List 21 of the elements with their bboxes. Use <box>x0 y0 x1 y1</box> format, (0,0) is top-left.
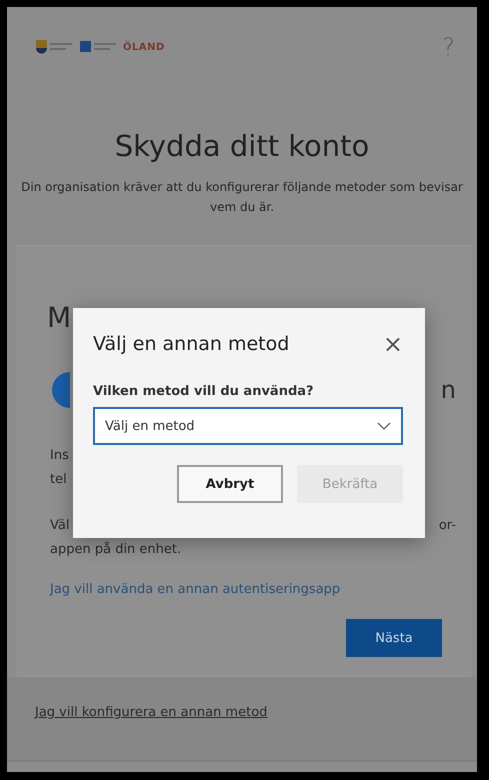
next-button[interactable]: Nästa <box>346 619 442 657</box>
page-subtitle: Din organisation kräver att du konfigurerar följande metoder som bevisar vem du är. <box>20 179 464 216</box>
card-title-fragment: M <box>47 300 72 336</box>
chevron-down-icon <box>377 422 391 430</box>
dialog-title: Välj en annan metod <box>93 333 290 355</box>
text-fragment: Väl <box>50 517 70 535</box>
field-label: Vilken metod vill du använda? <box>93 384 315 399</box>
text-fragment: appen på din enhet. <box>50 540 182 559</box>
text-fragment: tel <box>50 471 67 489</box>
heading-fragment: n <box>440 376 456 404</box>
crest-logo-icon <box>35 39 75 55</box>
emblem-logo-icon <box>79 39 119 55</box>
close-button[interactable]: × <box>382 332 403 356</box>
logo-text: ÖLAND <box>123 42 165 52</box>
other-method-link[interactable]: Jag vill konfigurera en annan metod <box>35 705 268 720</box>
text-fragment: Ins <box>50 447 69 465</box>
page-title: Skydda ditt konto <box>114 129 370 163</box>
cancel-button[interactable]: Avbryt <box>177 465 283 503</box>
text-fragment: or- <box>438 517 456 535</box>
app-icon <box>50 372 70 408</box>
method-dropdown[interactable]: Välj en metod <box>93 407 403 445</box>
